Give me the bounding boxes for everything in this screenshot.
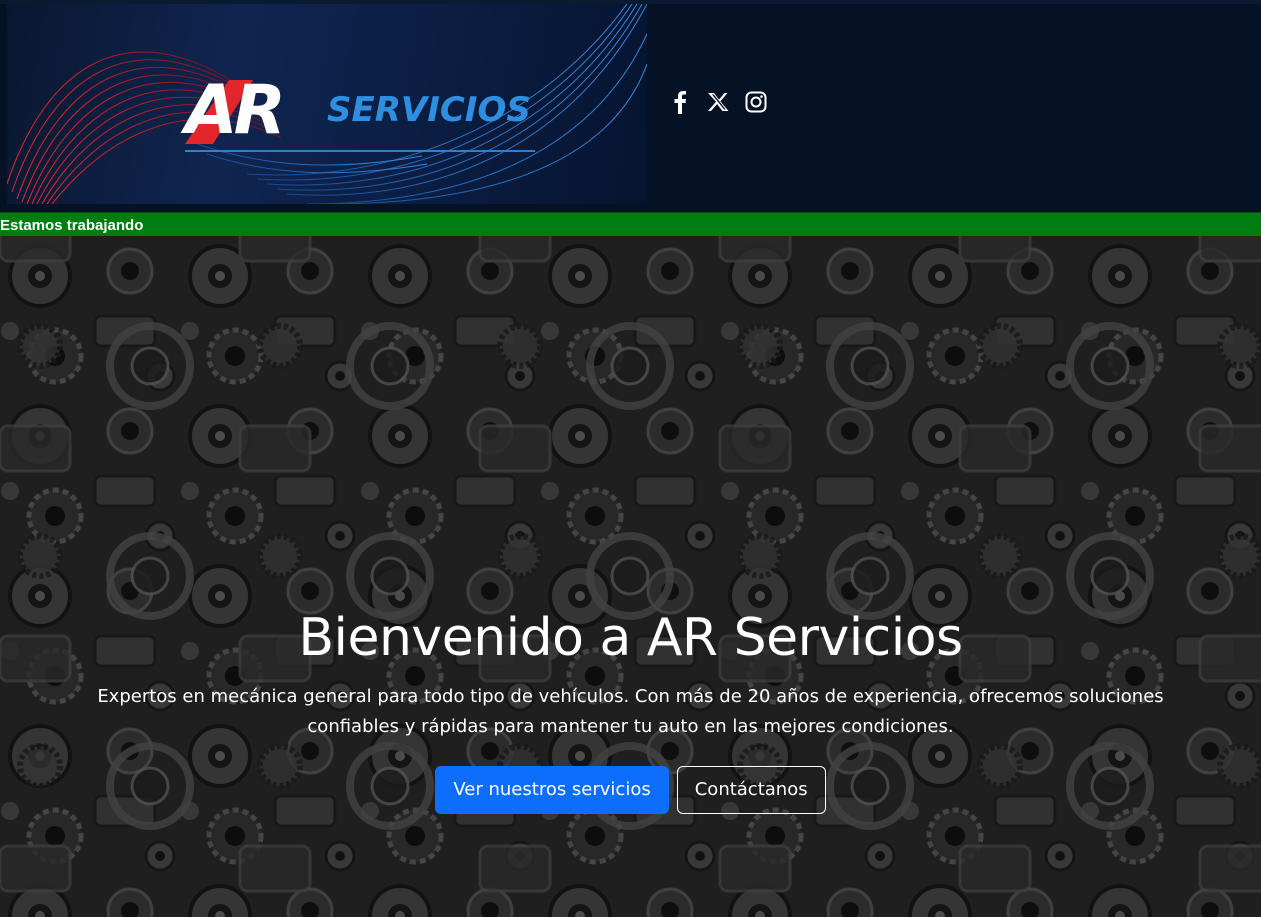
social-links [668, 90, 768, 114]
hero-section: Bienvenido a AR Servicios Expertos en me… [0, 236, 1261, 917]
instagram-icon[interactable] [744, 90, 768, 114]
logo-mark: AR [185, 71, 286, 150]
hero-description: Expertos en mecánica general para todo t… [97, 686, 1164, 737]
logo-banner[interactable]: AR SERVICIOS [7, 4, 647, 204]
view-services-button[interactable]: Ver nuestros servicios [435, 766, 669, 814]
hero-title: Bienvenido a AR Servicios [298, 608, 963, 668]
logo-wordmark: SERVICIOS [327, 90, 531, 130]
hero-content: Bienvenido a AR Servicios Expertos en me… [0, 606, 1261, 814]
facebook-icon[interactable] [668, 90, 692, 114]
hero-overlay [0, 236, 1261, 917]
logo-underline [185, 150, 535, 152]
x-icon[interactable] [706, 90, 730, 114]
status-marquee: Estamos trabajando [0, 212, 1261, 236]
hero-buttons: Ver nuestros servicios Contáctanos [0, 766, 1261, 814]
site-header: AR SERVICIOS [0, 0, 1261, 212]
contact-button[interactable]: Contáctanos [676, 766, 826, 814]
status-text: Estamos trabajando [0, 217, 144, 234]
